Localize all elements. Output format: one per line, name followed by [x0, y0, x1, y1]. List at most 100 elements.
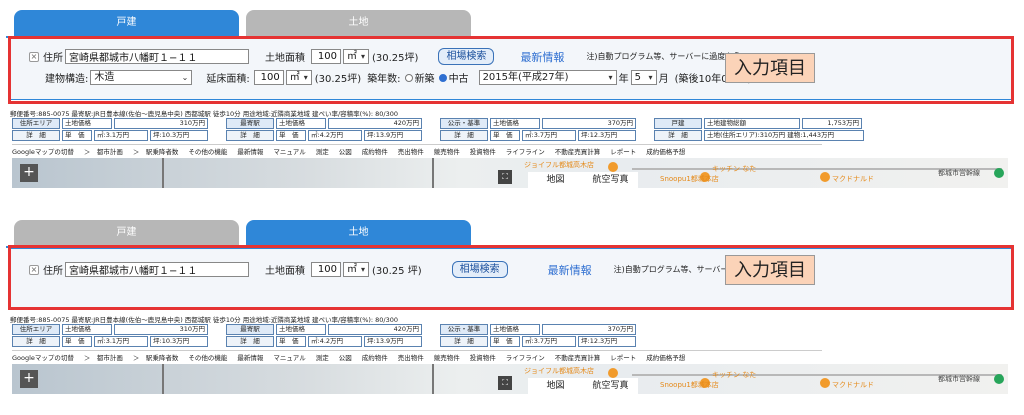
poi-marker-icon[interactable] [820, 378, 830, 388]
station-land-price: 420万円 [328, 118, 422, 129]
map-button[interactable]: 地図 [528, 378, 583, 394]
price-row-top: 住所エリア 土地価格 310万円 最寄駅 土地価格 420万円 公示・基準 土地… [12, 118, 862, 129]
map-button[interactable]: 地図 [528, 172, 583, 188]
map-pole [432, 364, 434, 394]
menu-cadastral[interactable]: 公図 [339, 352, 352, 362]
fullscreen-icon[interactable]: ⛶ [498, 170, 512, 184]
search-panel-land: 戸建 土地 × 住所 土地面積 ㎡▾ (30.25 坪) 相場検索 最新情報 注… [6, 220, 1018, 406]
menu-news[interactable]: 最新情報 [237, 352, 263, 362]
fullscreen-icon[interactable]: ⛶ [498, 376, 512, 390]
menu-google-map[interactable]: Googleマップの切替 [12, 352, 74, 362]
area-tsubo: 坪:10.3万円 [150, 336, 208, 347]
poi-marker-icon[interactable] [820, 172, 830, 182]
area-detail-button[interactable]: 詳 細 [12, 130, 60, 141]
public-land-label: 土地価格 [490, 324, 540, 335]
map-pole [432, 158, 434, 188]
menu-station-users[interactable]: ＞ 駅乗降者数 [133, 352, 179, 362]
public-tsubo: 坪:12.3万円 [578, 130, 636, 141]
menu-contracted[interactable]: 成約物件 [362, 352, 388, 362]
station-detail-button[interactable]: 詳 細 [226, 130, 274, 141]
zoom-in-button[interactable]: + [20, 370, 38, 388]
menu-other[interactable]: その他の機能 [188, 146, 227, 156]
function-menu: Googleマップの切替 ＞ 都市計画 ＞ 駅乗降者数 その他の機能 最新情報 … [12, 350, 822, 362]
area-tsubo: 坪:10.3万円 [150, 130, 208, 141]
tab-house[interactable]: 戸建 [14, 220, 239, 246]
function-menu: Googleマップの切替 ＞ 都市計画 ＞ 駅乗降者数 その他の機能 最新情報 … [12, 144, 822, 156]
public-land-price: 370万円 [542, 324, 636, 335]
menu-report[interactable]: レポート [610, 146, 636, 156]
tab-land[interactable]: 土地 [246, 10, 471, 36]
zoom-in-button[interactable]: + [20, 164, 38, 182]
tab-house[interactable]: 戸建 [14, 10, 239, 36]
menu-for-sale[interactable]: 売出物件 [398, 146, 424, 156]
search-panel-house: 戸建 土地 × 住所 土地面積 ㎡▾ (30.25坪) 相場検索 最新情報 注)… [6, 10, 1018, 202]
property-info-line: 郵便番号:885-0075 最寄駅:JR日豊本線(佐伯〜鹿児島中央) 西都城駅 … [10, 316, 399, 324]
public-unit-label: 単 価 [490, 130, 520, 141]
map-label: Snoopu1都城本店 [660, 175, 719, 183]
menu-investment[interactable]: 投資物件 [470, 352, 496, 362]
house-total-label: 土地建物総額 [704, 118, 800, 129]
public-head: 公示・基準 [440, 118, 488, 129]
public-land-price: 370万円 [542, 118, 636, 129]
map-type-switch: 地図 航空写真 [528, 378, 638, 394]
map-view[interactable]: + ⛶ ジョイフル都城高木店 キッチン なた Snoopu1都城本店 マクドナル… [12, 158, 1008, 188]
menu-manual[interactable]: マニュアル [273, 352, 305, 362]
map-pole [162, 364, 164, 394]
menu-city-plan[interactable]: ＞ 都市計画 [84, 352, 123, 362]
menu-for-sale[interactable]: 売出物件 [398, 352, 424, 362]
map-view[interactable]: + ⛶ ジョイフル都城高木店 キッチン なた Snoopu1都城本店 マクドナル… [12, 364, 1008, 394]
menu-price-forecast[interactable]: 成約価格予想 [646, 146, 685, 156]
public-detail-button[interactable]: 詳 細 [440, 130, 488, 141]
menu-report[interactable]: レポート [610, 352, 636, 362]
menu-calc[interactable]: 不動産売買計算 [555, 352, 601, 362]
poi-marker-icon[interactable] [608, 368, 618, 378]
menu-news[interactable]: 最新情報 [237, 146, 263, 156]
station-detail-button[interactable]: 詳 細 [226, 336, 274, 347]
tab-land[interactable]: 土地 [246, 220, 471, 246]
map-label: 都城市営幹線 [938, 169, 980, 177]
station-head: 最寄駅 [226, 118, 274, 129]
poi-marker-icon[interactable] [994, 374, 1004, 384]
menu-calc[interactable]: 不動産売買計算 [555, 146, 601, 156]
menu-cadastral[interactable]: 公図 [339, 146, 352, 156]
area-m2: ㎡:3.1万円 [94, 130, 148, 141]
menu-manual[interactable]: マニュアル [273, 146, 305, 156]
tab-bar: 戸建 土地 [6, 10, 476, 38]
area-detail-button[interactable]: 詳 細 [12, 336, 60, 347]
house-breakdown: 土地(住所エリア):310万円 建物:1,443万円 [704, 130, 864, 141]
menu-contracted[interactable]: 成約物件 [362, 146, 388, 156]
house-detail-button[interactable]: 詳 細 [654, 130, 702, 141]
map-type-switch: 地図 航空写真 [528, 172, 638, 188]
poi-marker-icon[interactable] [994, 168, 1004, 178]
poi-marker-icon[interactable] [608, 162, 618, 172]
menu-other[interactable]: その他の機能 [188, 352, 227, 362]
station-tsubo: 坪:13.9万円 [364, 336, 422, 347]
map-label: ジョイフル都城高木店 [524, 367, 594, 375]
menu-station-users[interactable]: ＞ 駅乗降者数 [133, 146, 179, 156]
station-land-label: 土地価格 [276, 324, 326, 335]
menu-price-forecast[interactable]: 成約価格予想 [646, 352, 685, 362]
menu-lifeline[interactable]: ライフライン [506, 146, 545, 156]
menu-measure[interactable]: 測定 [316, 146, 329, 156]
menu-google-map[interactable]: Googleマップの切替 [12, 146, 74, 156]
public-m2: ㎡:3.7万円 [522, 130, 576, 141]
satellite-button[interactable]: 航空写真 [583, 172, 638, 188]
map-label: マクドナルド [832, 381, 874, 389]
menu-investment[interactable]: 投資物件 [470, 146, 496, 156]
menu-city-plan[interactable]: ＞ 都市計画 [84, 146, 123, 156]
station-m2: ㎡:4.2万円 [308, 130, 362, 141]
station-unit-label: 単 価 [276, 130, 306, 141]
public-detail-button[interactable]: 詳 細 [440, 336, 488, 347]
station-tsubo: 坪:13.9万円 [364, 130, 422, 141]
map-label: キッチン なた [712, 165, 757, 173]
map-label: マクドナルド [832, 175, 874, 183]
menu-measure[interactable]: 測定 [316, 352, 329, 362]
map-label: キッチン なた [712, 371, 757, 379]
public-land-label: 土地価格 [490, 118, 540, 129]
menu-lifeline[interactable]: ライフライン [506, 352, 545, 362]
menu-auction[interactable]: 競売物件 [434, 352, 460, 362]
satellite-button[interactable]: 航空写真 [583, 378, 638, 394]
menu-auction[interactable]: 競売物件 [434, 146, 460, 156]
public-head: 公示・基準 [440, 324, 488, 335]
map-label: 都城市営幹線 [938, 375, 980, 383]
